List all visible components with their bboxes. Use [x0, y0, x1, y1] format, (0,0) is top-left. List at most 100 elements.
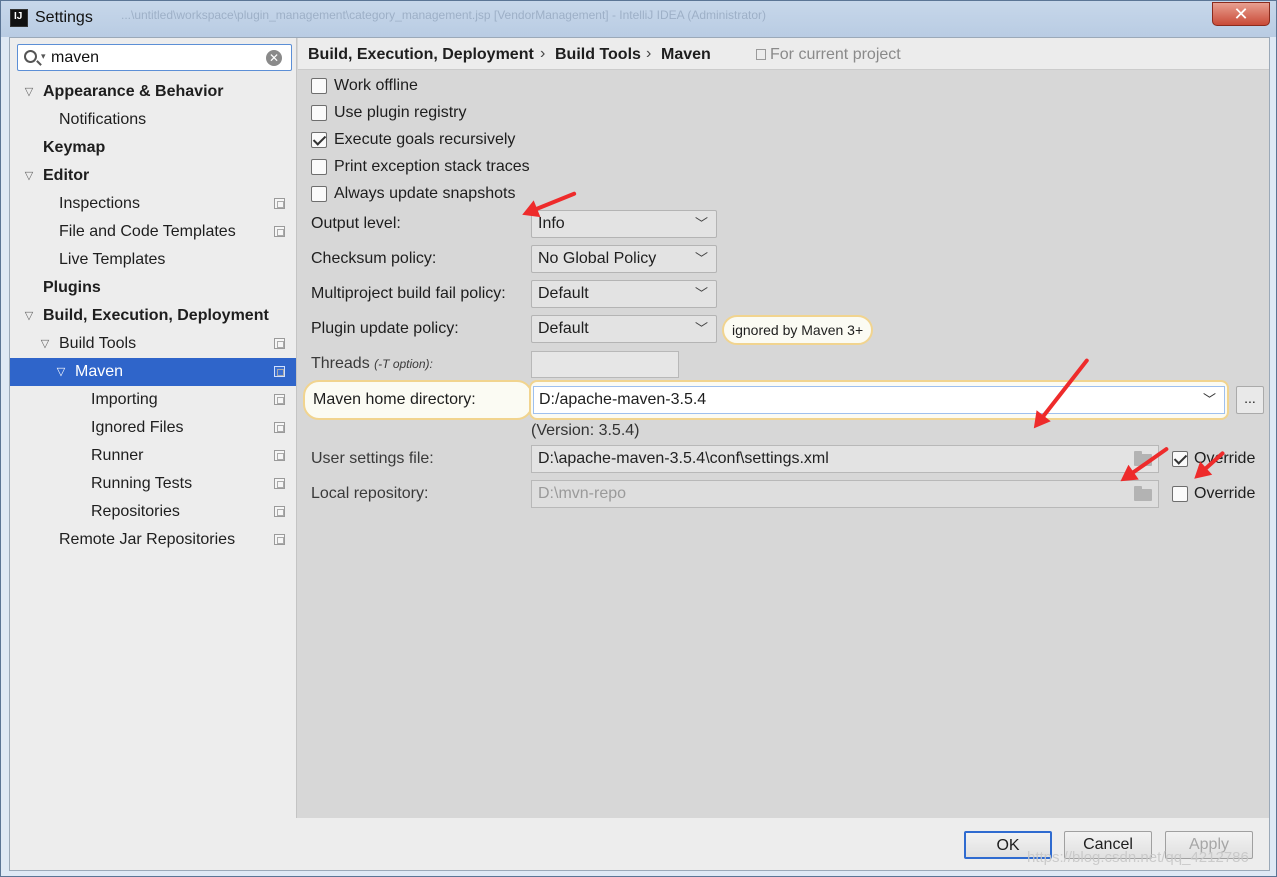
- search-icon[interactable]: [24, 50, 37, 63]
- folder-icon[interactable]: [1134, 486, 1152, 501]
- browse-maven-home-button[interactable]: ...: [1236, 386, 1264, 414]
- tree-item[interactable]: ▽ Maven: [10, 358, 296, 386]
- multiproject-fail-select[interactable]: Default ﹀: [531, 280, 717, 308]
- checkbox[interactable]: [311, 159, 327, 175]
- tree-item-label: Build, Execution, Deployment: [43, 307, 269, 324]
- user-settings-label: User settings file:: [311, 450, 434, 467]
- threads-label: Threads (-T option):: [311, 355, 433, 373]
- threads-hint: (-T option):: [374, 357, 433, 371]
- project-scope-icon: [274, 366, 285, 377]
- tree-item-label: Keymap: [43, 139, 106, 156]
- intellij-logo-icon: IJ: [10, 9, 28, 27]
- plugin-update-note: ignored by Maven 3+: [722, 315, 874, 345]
- chevron-down-icon: ﹀: [694, 216, 708, 231]
- expand-arrow-icon[interactable]: ▽: [54, 358, 68, 386]
- tree-item[interactable]: File and Code Templates: [10, 218, 296, 246]
- tree-item-label: Ignored Files: [91, 419, 184, 436]
- search-input[interactable]: [51, 48, 261, 68]
- chevron-down-icon: ﹀: [694, 286, 708, 301]
- chevron-down-icon: ﹀: [694, 321, 708, 336]
- tree-item[interactable]: ▽ Build Tools: [10, 330, 296, 358]
- expand-arrow-icon[interactable]: ▽: [22, 302, 36, 330]
- project-scope-icon: [274, 422, 285, 433]
- maven-home-value: D:/apache-maven-3.5.4: [539, 391, 707, 408]
- local-repo-value: D:\mvn-repo: [538, 485, 627, 502]
- tree-item-label: Editor: [43, 167, 90, 184]
- project-scope-icon: [274, 450, 285, 461]
- close-button[interactable]: ✕: [1212, 2, 1270, 26]
- tree-item[interactable]: Notifications: [10, 106, 296, 134]
- checksum-policy-value: No Global Policy: [538, 250, 657, 267]
- checkbox[interactable]: [311, 132, 327, 148]
- tree-item-label: Notifications: [59, 111, 147, 128]
- breadcrumb-separator: ›: [540, 45, 546, 62]
- override-checkbox[interactable]: [1172, 451, 1188, 467]
- project-scope-text: For current project: [770, 46, 901, 63]
- tree-item[interactable]: ▽ Build, Execution, Deployment: [10, 302, 296, 330]
- chevron-down-icon[interactable]: ﹀: [1203, 387, 1216, 413]
- maven-home-label: Maven home directory:: [313, 391, 476, 408]
- chevron-down-icon: ﹀: [694, 251, 708, 266]
- tree-item[interactable]: Runner: [10, 442, 296, 470]
- tree-item[interactable]: Running Tests: [10, 470, 296, 498]
- tree-item[interactable]: Plugins: [10, 274, 296, 302]
- local-repo-label: Local repository:: [311, 485, 429, 502]
- multiproject-fail-label: Multiproject build fail policy:: [311, 285, 506, 302]
- user-settings-field[interactable]: D:\apache-maven-3.5.4\conf\settings.xml: [531, 445, 1159, 473]
- plugin-update-value: Default: [538, 320, 589, 337]
- checkbox[interactable]: [311, 78, 327, 94]
- watermark: https://blog.csdn.net/qq_4212786: [1027, 849, 1249, 866]
- breadcrumb-item: Build Tools: [555, 46, 641, 63]
- project-scope-icon: [274, 394, 285, 405]
- clear-search-icon[interactable]: ✕: [266, 50, 282, 66]
- override-checkbox[interactable]: [1172, 486, 1188, 502]
- settings-sidebar: ▾ ✕ ▽ Appearance & Behavior Notifications K…: [10, 38, 297, 857]
- tree-item[interactable]: Ignored Files: [10, 414, 296, 442]
- maven-home-label-highlight: Maven home directory:: [303, 380, 533, 420]
- tree-item[interactable]: Keymap: [10, 134, 296, 162]
- checkbox[interactable]: [311, 186, 327, 202]
- expand-arrow-icon[interactable]: ▽: [22, 78, 36, 106]
- user-settings-value: D:\apache-maven-3.5.4\conf\settings.xml: [538, 450, 829, 467]
- tree-item[interactable]: ▽ Editor: [10, 162, 296, 190]
- settings-search-box[interactable]: ▾ ✕: [17, 44, 292, 71]
- tree-item[interactable]: Importing: [10, 386, 296, 414]
- checksum-policy-select[interactable]: No Global Policy ﹀: [531, 245, 717, 273]
- checkbox-label: Always update snapshots: [334, 185, 516, 202]
- checkbox[interactable]: [311, 105, 327, 121]
- project-scope-icon: [274, 198, 285, 209]
- output-level-label: Output level:: [311, 215, 401, 232]
- tree-item[interactable]: ▽ Appearance & Behavior: [10, 78, 296, 106]
- checkbox-label: Print exception stack traces: [334, 158, 530, 175]
- search-options-caret-icon[interactable]: ▾: [41, 51, 46, 62]
- output-level-select[interactable]: Info ﹀: [531, 210, 717, 238]
- tree-item[interactable]: Repositories: [10, 498, 296, 526]
- threads-label-text: Threads: [311, 355, 370, 372]
- expand-arrow-icon[interactable]: ▽: [22, 162, 36, 190]
- threads-input[interactable]: [531, 351, 679, 378]
- tree-item-label: Plugins: [43, 279, 101, 296]
- tree-item[interactable]: Remote Jar Repositories: [10, 526, 296, 554]
- local-repo-field[interactable]: D:\mvn-repo: [531, 480, 1159, 508]
- tree-item-label: Running Tests: [91, 475, 193, 492]
- checkbox-label: Use plugin registry: [334, 104, 467, 121]
- project-scope-icon: [274, 478, 285, 489]
- tree-item[interactable]: Live Templates: [10, 246, 296, 274]
- tree-item-label: Runner: [91, 447, 144, 464]
- breadcrumb-item: Maven: [661, 46, 711, 63]
- maven-home-combobox[interactable]: D:/apache-maven-3.5.4 ﹀: [533, 386, 1225, 414]
- maven-home-highlight: D:/apache-maven-3.5.4 ﹀: [529, 380, 1229, 420]
- project-scope-label: For current project: [756, 46, 901, 64]
- tree-item-label: Maven: [75, 363, 124, 380]
- tree-item-label: File and Code Templates: [59, 223, 236, 240]
- output-level-value: Info: [538, 215, 565, 232]
- plugin-update-select[interactable]: Default ﹀: [531, 315, 717, 343]
- plugin-update-label: Plugin update policy:: [311, 320, 459, 337]
- tree-item-label: Appearance & Behavior: [43, 83, 224, 100]
- checkbox-label: Execute goals recursively: [334, 131, 516, 148]
- expand-arrow-icon[interactable]: ▽: [38, 330, 52, 358]
- project-scope-icon: [274, 534, 285, 545]
- breadcrumb: Build, Execution, Deployment › Build Too…: [298, 38, 1269, 70]
- tree-item-label: Importing: [91, 391, 158, 408]
- tree-item[interactable]: Inspections: [10, 190, 296, 218]
